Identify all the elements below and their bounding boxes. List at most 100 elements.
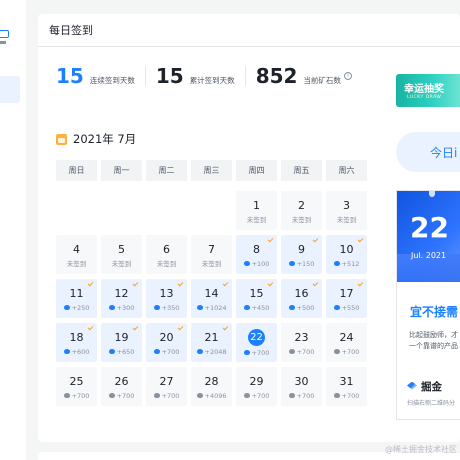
- promo-line: 一个靠谱的产品: [409, 342, 458, 350]
- calendar-day[interactable]: 18 +600: [56, 323, 97, 362]
- checkmark-icon: [357, 236, 364, 243]
- day-number: 27: [159, 374, 174, 388]
- day-number: 14: [204, 286, 219, 300]
- calendar-day[interactable]: 11 +250: [56, 279, 97, 318]
- sidebar-item-active[interactable]: [0, 76, 20, 103]
- calendar-day[interactable]: 23 +700: [281, 323, 322, 362]
- day-number: 12: [114, 286, 129, 300]
- day-reward: +2048: [196, 348, 227, 356]
- reward-text: +100: [251, 259, 270, 268]
- calendar-day[interactable]: 1 未签到: [236, 191, 277, 230]
- calendar-day[interactable]: 27 +700: [146, 367, 187, 406]
- reward-text: +600: [71, 347, 90, 356]
- ore-icon: [288, 393, 295, 398]
- day-reward: +700: [243, 392, 269, 400]
- stat-total: 15 累计签到天数: [156, 64, 235, 88]
- ore-icon: [333, 305, 340, 310]
- day-reward: +700: [333, 392, 359, 400]
- calendar-day[interactable]: 26 +700: [101, 367, 142, 406]
- brand-logo: 掘金: [407, 379, 442, 394]
- day-reward: 未签到: [67, 260, 87, 268]
- ore-icon: [333, 393, 340, 398]
- ore-icon: [196, 305, 203, 310]
- calendar-day[interactable]: 4 未签到: [56, 235, 97, 274]
- calendar-day[interactable]: 5 未签到: [101, 235, 142, 274]
- day-reward: 未签到: [292, 216, 312, 224]
- calendar-day[interactable]: 14 +1024: [191, 279, 232, 318]
- day-number: 5: [118, 242, 125, 256]
- calendar-day[interactable]: 9 +150: [281, 235, 322, 274]
- reward-text: 未签到: [111, 259, 132, 268]
- calendar-day[interactable]: 28 +4096: [191, 367, 232, 406]
- calendar-day[interactable]: 7 未签到: [191, 235, 232, 274]
- day-number: 16: [294, 286, 309, 300]
- reward-text: 未签到: [156, 259, 177, 268]
- calendar-day[interactable]: 17 +550: [326, 279, 367, 318]
- calendar-day[interactable]: 29 +700: [236, 367, 277, 406]
- checkmark-icon: [267, 236, 274, 243]
- ore-icon: [288, 261, 295, 266]
- calendar-icon: [56, 133, 67, 145]
- reward-text: +650: [116, 347, 135, 356]
- checkmark-icon: [222, 324, 229, 331]
- reward-text: +700: [161, 347, 180, 356]
- calendar-day[interactable]: 2 未签到: [281, 191, 322, 230]
- calendar-day[interactable]: 30 +700: [281, 367, 322, 406]
- day-number: 19: [114, 330, 129, 344]
- stats-bar: 15 连续签到天数 15 累计签到天数 852 当前矿石数 i: [56, 64, 352, 88]
- calendar-day[interactable]: 20 +700: [146, 323, 187, 362]
- daily-promo-card: 22 Jul. 2021 宜不接需 比起鼓励师，才 一个靠谱的产品 掘金 扫描右…: [396, 190, 460, 420]
- day-reward: +600: [63, 347, 90, 356]
- promo-month: Jul. 2021: [411, 251, 447, 260]
- calendar-day[interactable]: 21 +2048: [191, 323, 232, 362]
- checkmark-icon: [177, 324, 184, 331]
- card-title: 每日签到: [38, 14, 460, 47]
- day-reward: +650: [108, 347, 135, 356]
- calendar-day[interactable]: 10 +512: [326, 235, 367, 274]
- day-reward: 未签到: [112, 260, 132, 268]
- ore-icon: [333, 261, 340, 266]
- calendar-day[interactable]: 22 +700: [236, 323, 277, 362]
- day-reward: 未签到: [337, 216, 357, 224]
- day-number: 23: [294, 330, 309, 344]
- day-reward: +700: [243, 349, 269, 357]
- checkmark-icon: [267, 280, 274, 287]
- calendar-day[interactable]: 3 未签到: [326, 191, 367, 230]
- calendar-day[interactable]: 16 +500: [281, 279, 322, 318]
- calendar-day[interactable]: 6 未签到: [146, 235, 187, 274]
- day-number: 10: [339, 242, 354, 256]
- checkmark-icon: [87, 280, 94, 287]
- calendar-day[interactable]: 24 +700: [326, 323, 367, 362]
- checkmark-icon: [132, 324, 139, 331]
- reward-text: 未签到: [246, 215, 267, 224]
- divider: [144, 66, 146, 86]
- reward-text: 未签到: [336, 215, 357, 224]
- day-reward: +700: [288, 392, 314, 400]
- weekday-label: 周四: [236, 160, 277, 181]
- day-number: 28: [204, 374, 219, 388]
- day-number: 30: [294, 374, 309, 388]
- calendar-day[interactable]: 8 +100: [236, 235, 277, 274]
- calendar-day[interactable]: 19 +650: [101, 323, 142, 362]
- lucky-draw-banner[interactable]: 幸运抽奖 LUCKY DRAW: [396, 74, 460, 107]
- reward-text: +350: [161, 303, 180, 312]
- day-number: 20: [159, 330, 174, 344]
- calendar-day[interactable]: 31 +700: [326, 367, 367, 406]
- calendar-day[interactable]: 15 +450: [236, 279, 277, 318]
- ore-icon: [63, 349, 70, 354]
- checkmark-icon: [87, 324, 94, 331]
- stat-value: 15: [155, 64, 184, 88]
- day-reward: 未签到: [247, 216, 267, 224]
- reward-text: 未签到: [291, 215, 312, 224]
- day-reward: +250: [63, 304, 89, 312]
- day-number: 26: [114, 374, 129, 388]
- weekday-label: 周日: [56, 160, 97, 181]
- calendar-day[interactable]: 25 +700: [56, 367, 97, 406]
- ore-icon: [153, 305, 160, 310]
- weekday-label: 周三: [191, 160, 232, 181]
- calendar-day[interactable]: 13 +350: [146, 279, 187, 318]
- calendar-day[interactable]: 12 +300: [101, 279, 142, 318]
- today-checkin-button[interactable]: 今日i: [396, 132, 460, 172]
- info-icon[interactable]: i: [343, 72, 352, 80]
- sidebar-badge[interactable]: [0, 30, 9, 38]
